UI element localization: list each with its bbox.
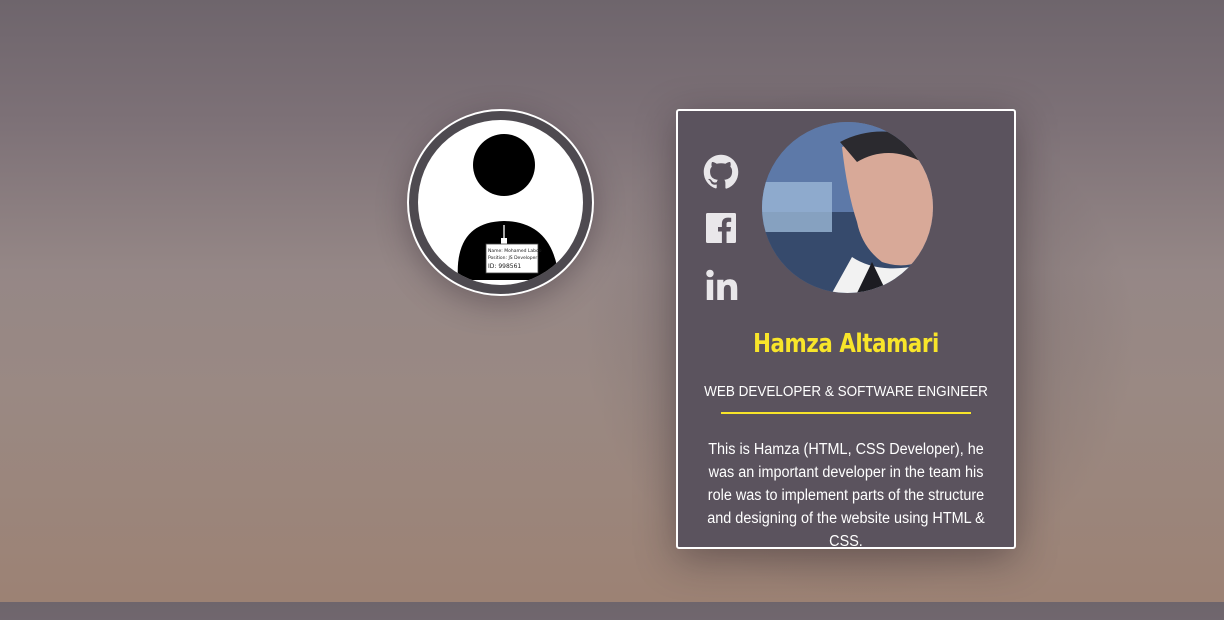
github-link[interactable]: [703, 154, 739, 190]
team-member-card: Hamza Altamari WEB DEVELOPER & SOFTWARE …: [676, 109, 1016, 550]
person-badge-icon: Name: Mohamed Laboo Position: JS Develop…: [457, 134, 559, 280]
facebook-icon: [706, 213, 736, 243]
member-role: WEB DEVELOPER & SOFTWARE ENGINEER: [704, 383, 988, 400]
github-icon: [703, 154, 739, 189]
divider: [721, 412, 971, 414]
linkedin-link[interactable]: [703, 267, 739, 303]
facebook-link[interactable]: [703, 210, 739, 246]
linkedin-icon: [706, 269, 738, 300]
badge-name-text: Name: Mohamed Laboo: [488, 248, 542, 254]
member-name: Hamza Altamari: [753, 329, 939, 359]
profile-photo: [762, 122, 933, 293]
avatar-inner: Name: Mohamed Laboo Position: JS Develop…: [418, 120, 583, 285]
badge-id-text: ID: 998561: [488, 263, 521, 270]
profile-photo-art: [762, 122, 933, 293]
member-description: This is Hamza (HTML, CSS Developer), he …: [707, 441, 985, 550]
generic-member-avatar[interactable]: Name: Mohamed Laboo Position: JS Develop…: [407, 109, 594, 296]
badge-position-text: Position: JS Developer: [488, 255, 537, 261]
